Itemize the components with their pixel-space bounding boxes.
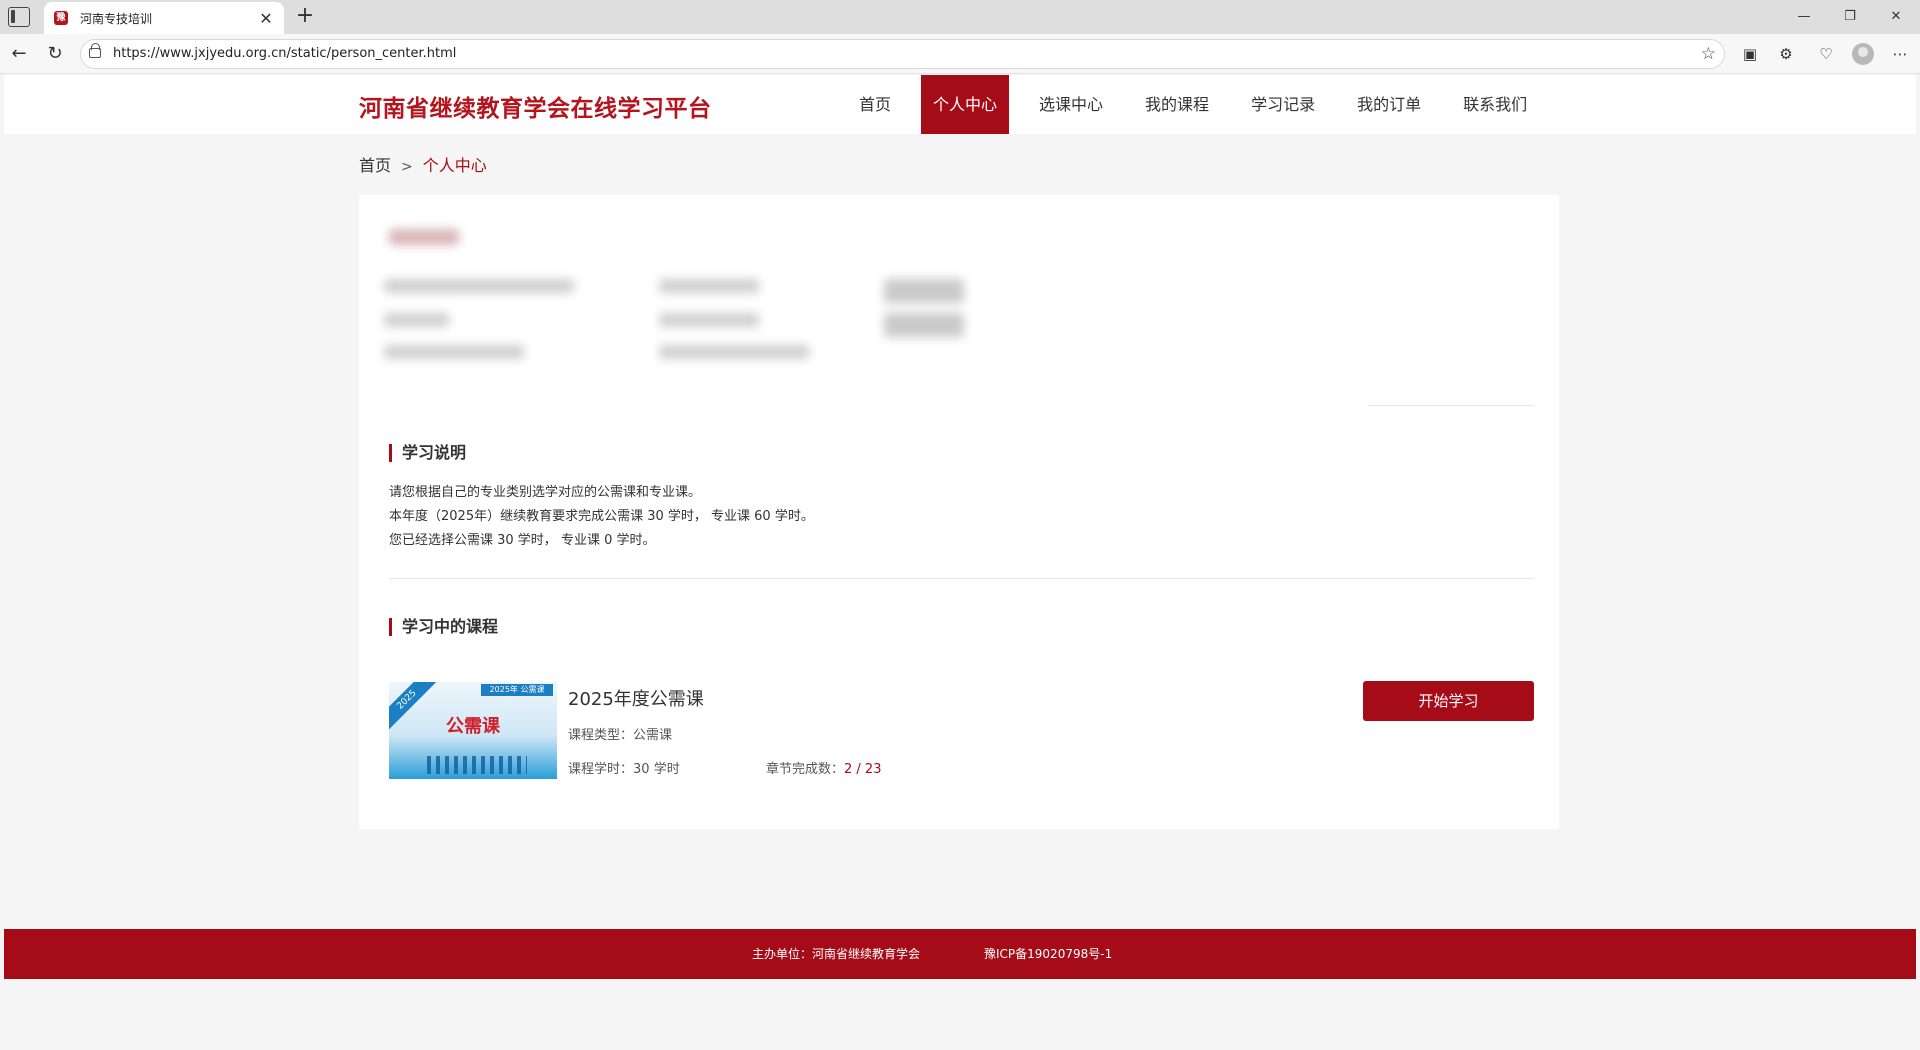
people-silhouette-icon xyxy=(427,756,527,774)
blurred-field xyxy=(384,313,449,327)
restore-icon[interactable]: ❐ xyxy=(1830,4,1870,30)
site-favicon-icon: 豫 xyxy=(54,11,68,25)
tab-close-icon[interactable]: ✕ xyxy=(258,9,274,28)
browser-toolbar: ← ↻ https://www.jxjyedu.org.cn/static/pe… xyxy=(0,34,1920,74)
study-notes-line: 本年度（2025年）继续教育要求完成公需课 30 学时， 专业课 60 学时。 xyxy=(389,509,814,524)
favorite-star-icon[interactable]: ☆ xyxy=(1701,43,1716,65)
study-notes-title: 学习说明 xyxy=(389,444,466,462)
minimize-icon[interactable]: — xyxy=(1784,4,1824,30)
course-name[interactable]: 2025年度公需课 xyxy=(568,685,704,711)
browser-tab[interactable]: 豫 河南专技培训 ✕ xyxy=(44,2,284,34)
main-nav: 首页 个人中心 选课中心 我的课程 学习记录 我的订单 联系我们 xyxy=(847,75,1557,134)
breadcrumb-separator: > xyxy=(401,159,413,175)
nav-study-records[interactable]: 学习记录 xyxy=(1239,75,1327,134)
course-hours-value: 30 学时 xyxy=(633,762,680,777)
course-hours: 课程学时：30 学时 xyxy=(568,758,680,777)
more-menu-icon[interactable]: ⋯ xyxy=(1888,42,1912,66)
blurred-field xyxy=(659,279,759,293)
nav-contact-us[interactable]: 联系我们 xyxy=(1451,75,1539,134)
study-notes-line: 请您根据自己的专业类别选学对应的公需课和专业课。 xyxy=(389,485,702,500)
course-hours-label: 课程学时： xyxy=(568,762,634,777)
blurred-field xyxy=(384,345,524,359)
divider xyxy=(389,578,1534,579)
courses-in-progress-title: 学习中的课程 xyxy=(389,618,498,636)
web-page: 河南省继续教育学会在线学习平台 首页 个人中心 选课中心 我的课程 学习记录 我… xyxy=(4,75,1916,1050)
content-card: 学习说明 请您根据自己的专业类别选学对应的公需课和专业课。 本年度（2025年）… xyxy=(359,195,1559,829)
browser-tabstrip: 豫 河南专技培训 ✕ + — ❐ ✕ xyxy=(0,0,1920,34)
new-tab-button[interactable]: + xyxy=(292,4,318,30)
nav-my-orders[interactable]: 我的订单 xyxy=(1345,75,1433,134)
extensions-icon[interactable]: ⚙ xyxy=(1774,42,1798,66)
breadcrumb-current: 个人中心 xyxy=(422,156,487,175)
breadcrumb: 首页 > 个人中心 xyxy=(359,152,487,176)
lock-icon[interactable] xyxy=(89,43,101,58)
collections-icon[interactable]: ▣ xyxy=(1738,42,1762,66)
blurred-field xyxy=(659,313,759,327)
sidebar-toggle-icon[interactable] xyxy=(8,7,30,27)
thumb-title: 公需课 xyxy=(446,716,500,737)
reload-icon[interactable]: ↻ xyxy=(42,41,68,67)
nav-course-selection[interactable]: 选课中心 xyxy=(1027,75,1115,134)
nav-home[interactable]: 首页 xyxy=(847,75,903,134)
window-close-icon[interactable]: ✕ xyxy=(1876,4,1916,30)
study-notes-line: 您已经选择公需课 30 学时， 专业课 0 学时。 xyxy=(389,533,656,548)
address-bar[interactable]: https://www.jxjyedu.org.cn/static/person… xyxy=(80,39,1725,69)
blurred-field xyxy=(384,279,574,293)
footer-host: 主办单位：河南省继续教育学会 xyxy=(752,947,921,961)
course-thumbnail[interactable]: 2025 2025年 公需课 公需课 xyxy=(389,682,557,779)
url-text[interactable]: https://www.jxjyedu.org.cn/static/person… xyxy=(113,40,456,68)
blurred-title xyxy=(389,229,459,245)
study-notes-text: 请您根据自己的专业类别选学对应的公需课和专业课。 本年度（2025年）继续教育要… xyxy=(389,481,814,553)
profile-info-blurred xyxy=(379,215,1379,385)
back-icon[interactable]: ← xyxy=(6,41,32,67)
course-type-label: 课程类型： xyxy=(568,728,634,743)
site-logo[interactable]: 河南省继续教育学会在线学习平台 xyxy=(359,89,712,123)
thumb-tag: 2025年 公需课 xyxy=(481,684,553,696)
footer-icp[interactable]: 豫ICP备19020798号-1 xyxy=(984,929,1112,979)
blurred-button xyxy=(884,313,964,337)
divider xyxy=(1369,405,1534,406)
nav-my-courses[interactable]: 我的课程 xyxy=(1133,75,1221,134)
course-progress-value: 2 / 23 xyxy=(844,762,882,777)
profile-avatar[interactable] xyxy=(1852,43,1874,65)
course-progress-label: 章节完成数： xyxy=(766,762,845,777)
start-learning-button[interactable]: 开始学习 xyxy=(1363,681,1534,721)
breadcrumb-home[interactable]: 首页 xyxy=(359,156,391,175)
course-type: 课程类型：公需课 xyxy=(568,724,672,743)
nav-personal-center[interactable]: 个人中心 xyxy=(921,75,1010,134)
browser-essentials-icon[interactable]: ♡ xyxy=(1814,42,1838,66)
site-footer: 主办单位：河南省继续教育学会 豫ICP备19020798号-1 xyxy=(4,929,1916,979)
tab-title: 河南专技培训 xyxy=(80,11,153,26)
course-progress: 章节完成数：2 / 23 xyxy=(766,758,881,777)
site-header: 河南省继续教育学会在线学习平台 首页 个人中心 选课中心 我的课程 学习记录 我… xyxy=(4,75,1916,134)
course-type-value: 公需课 xyxy=(633,728,673,743)
blurred-button xyxy=(884,279,964,303)
blurred-field xyxy=(659,345,809,359)
